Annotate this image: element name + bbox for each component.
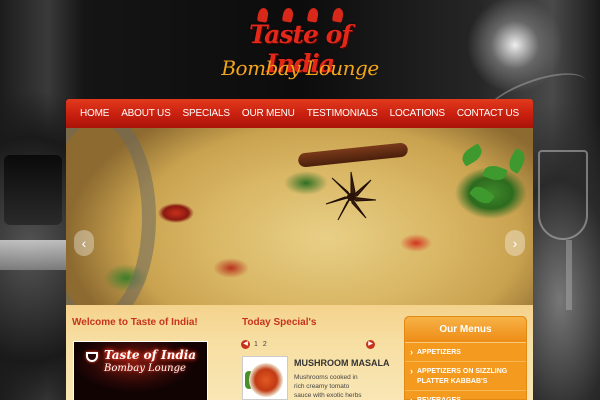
main-nav: HOME ABOUT US SPECIALS OUR MENU TESTIMON…	[66, 99, 533, 128]
nav-testimonials[interactable]: TESTIMONIALS	[307, 108, 378, 119]
pager-page-2[interactable]: 2	[262, 341, 268, 348]
restaurant-sign-image: Taste of India Bombay Lounge	[73, 341, 208, 400]
sign-subtitle: Bombay Lounge	[104, 363, 186, 374]
content-panel: Welcome to Taste of India! Taste of Indi…	[66, 305, 533, 400]
pager-next-button[interactable]: ▶	[366, 340, 375, 349]
bowl-rim	[66, 128, 156, 305]
chevron-left-icon: ‹	[81, 235, 87, 251]
nav-locations[interactable]: LOCATIONS	[390, 108, 445, 119]
background-table	[0, 240, 66, 270]
nav-about-us[interactable]: ABOUT US	[121, 108, 171, 119]
background-chair	[4, 155, 62, 225]
menu-item-sizzling-platter[interactable]: APPETIZERS ON SIZZLING PLATTER KABBAB'S	[405, 362, 526, 391]
pager-prev-button[interactable]: ◀	[241, 340, 250, 349]
cup-icon	[86, 352, 98, 362]
menu-box-title: Our Menus	[405, 317, 526, 343]
background-glass-stem	[566, 240, 572, 310]
welcome-title: Welcome to Taste of India!	[72, 317, 198, 328]
sign-title: Taste of India	[104, 348, 197, 362]
background-glass	[538, 150, 588, 240]
dish-plate	[249, 363, 283, 397]
hero-slider: ‹ ›	[66, 128, 533, 305]
cilantro-leaf	[482, 162, 508, 184]
nav-our-menu[interactable]: OUR MENU	[242, 108, 295, 119]
specials-pager: ◀ 1 2	[241, 340, 268, 349]
logo-subtitle: Bombay Lounge	[221, 56, 379, 80]
special-item-description: Mushrooms cooked in rich creamy tomato s…	[294, 374, 362, 399]
cilantro-leaf	[469, 182, 495, 208]
special-dish-image[interactable]	[242, 356, 288, 400]
cilantro-leaf	[505, 147, 529, 175]
pager-page-1[interactable]: 1	[253, 341, 259, 348]
specials-title: Today Special's	[242, 317, 317, 328]
nav-contact-us[interactable]: CONTACT US	[457, 108, 519, 119]
site-logo[interactable]: Taste of India Bombay Lounge	[220, 6, 380, 94]
special-item-name[interactable]: MUSHROOM MASALA	[294, 358, 390, 368]
chevron-right-icon: ›	[512, 235, 518, 251]
cinnamon-stick	[297, 142, 409, 168]
menu-item-appetizers[interactable]: APPETIZERS	[405, 343, 526, 362]
nav-specials[interactable]: SPECIALS	[183, 108, 231, 119]
nav-home[interactable]: HOME	[80, 108, 109, 119]
slider-next-button[interactable]: ›	[505, 230, 525, 256]
menu-item-beverages[interactable]: BEVERAGES	[405, 391, 526, 400]
slider-prev-button[interactable]: ‹	[74, 230, 94, 256]
menu-box: Our Menus APPETIZERS APPETIZERS ON SIZZL…	[404, 316, 527, 400]
star-anise-icon	[325, 171, 377, 221]
cilantro-leaf	[458, 143, 486, 167]
